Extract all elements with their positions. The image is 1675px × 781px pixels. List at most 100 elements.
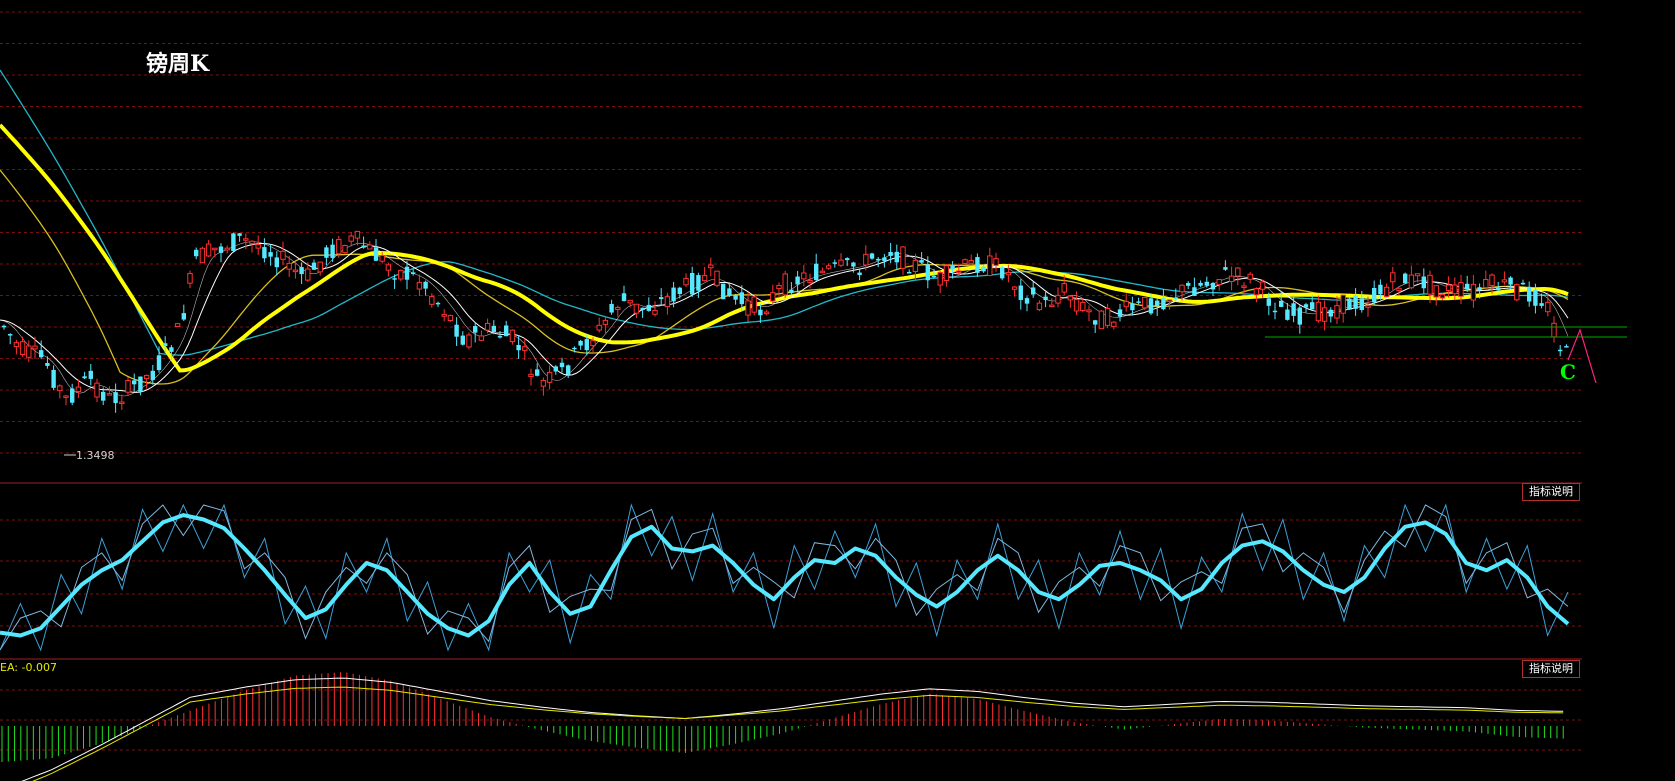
candle-body-down	[113, 392, 118, 404]
candle-body-down	[311, 262, 317, 270]
candle-body-down	[814, 263, 819, 281]
candle-body-up	[379, 255, 385, 262]
candle-body-down	[795, 276, 800, 285]
candle-body-up	[968, 259, 974, 264]
candle-body-down	[1310, 302, 1315, 310]
candle-body-down	[1372, 287, 1377, 303]
indicator-explain-button[interactable]: 指标说明	[1522, 483, 1580, 501]
candle-body-down	[1266, 298, 1271, 306]
candle-body-up	[1111, 321, 1117, 327]
candle-body-up	[825, 265, 832, 269]
macd-readout: EA: -0.007	[0, 661, 57, 674]
candle-body-up	[1408, 274, 1415, 289]
candle-body-up	[522, 346, 528, 351]
candle-body-down	[1192, 287, 1197, 296]
candle-body-up	[1439, 294, 1446, 299]
candle-body-up	[1036, 302, 1043, 311]
candle-body-up	[466, 334, 472, 348]
candle-body-up	[1545, 301, 1551, 313]
candle-body-up	[509, 329, 516, 343]
candle-body-up	[807, 279, 813, 283]
candle-body-down	[268, 252, 273, 257]
candle-body-up	[1098, 310, 1105, 330]
candle-body-up	[305, 268, 311, 281]
candle-body-up	[590, 340, 596, 347]
candle-body-down	[150, 370, 155, 380]
candle-body-down	[1018, 285, 1023, 300]
candle-body-down	[1279, 300, 1284, 307]
candle-body-up	[1241, 285, 1247, 288]
candle-body-down	[237, 233, 242, 236]
candle-body-down	[1, 325, 7, 328]
candle-body-down	[1465, 283, 1470, 290]
candle-body-up	[1061, 283, 1067, 293]
candle-body-up	[398, 269, 404, 280]
candle-body-up	[1142, 296, 1148, 309]
candle-body-up	[224, 247, 230, 251]
candle-body-up	[528, 373, 534, 377]
candle-body-down	[330, 244, 335, 258]
candle-body-up	[1080, 301, 1086, 311]
candle-body-down	[504, 325, 509, 337]
candle-body-up	[763, 311, 770, 315]
candle-body-up	[125, 380, 131, 393]
candle-body-up	[19, 341, 26, 356]
candle-body-up	[348, 235, 354, 242]
candle-body-down	[727, 288, 732, 296]
candle-body-up	[292, 269, 299, 273]
candle-body-down	[882, 257, 887, 261]
candle-body-up	[987, 255, 993, 277]
candle-body-down	[181, 313, 186, 320]
candle-body-up	[751, 296, 757, 313]
candle-body-down	[1093, 320, 1098, 325]
indicator-explain-button-macd[interactable]: 指标说明	[1522, 660, 1580, 678]
candle-body-down	[1564, 346, 1569, 348]
candle-body-up	[1011, 286, 1018, 290]
candle-body-up	[602, 319, 609, 325]
candle-body-up	[447, 315, 454, 322]
candle-body-down	[1024, 298, 1030, 304]
candle-body-up	[57, 385, 63, 392]
candle-body-up	[317, 261, 323, 273]
candle-body-up	[1383, 286, 1390, 298]
candle-body-down	[646, 304, 651, 311]
oscillator-panel	[0, 503, 1570, 652]
candle-body-up	[708, 264, 714, 269]
candle-body-up	[249, 240, 255, 245]
candle-body-down	[1198, 282, 1203, 286]
candle-body-down	[758, 309, 763, 316]
candle-body-up	[943, 265, 950, 282]
candle-body-down	[907, 272, 912, 274]
candle-body-up	[94, 382, 100, 398]
candle-body-up	[596, 324, 602, 331]
candle-body-down	[8, 334, 13, 336]
candle-body-up	[1396, 287, 1402, 292]
candle-body-up	[342, 245, 348, 254]
candle-body-up	[714, 270, 720, 286]
candle-body-down	[975, 257, 980, 273]
candle-body-down	[640, 307, 645, 311]
candle-body-down	[690, 272, 695, 295]
candle-body-down	[1303, 304, 1309, 308]
candle-body-down	[1000, 267, 1005, 279]
candle-body-up	[1445, 284, 1452, 292]
candle-body-up	[429, 296, 435, 305]
candle-body-down	[888, 252, 893, 256]
candle-body-down	[919, 260, 924, 263]
candle-body-down	[70, 388, 75, 403]
candle-body-down	[894, 251, 899, 263]
candle-body-down	[1359, 298, 1364, 311]
candle-body-up	[993, 258, 999, 266]
candle-body-up	[187, 272, 193, 284]
grid-lines	[0, 11, 1582, 751]
candle-body-down	[1403, 273, 1408, 284]
candle-body-down	[1204, 281, 1209, 286]
candle-body-down	[925, 264, 930, 281]
candle-body-down	[696, 275, 701, 291]
candle-body-up	[26, 345, 32, 358]
candle-body-down	[671, 287, 676, 302]
candle-body-down	[553, 366, 558, 372]
candle-body-down	[1558, 349, 1563, 352]
candle-body-up	[367, 244, 373, 250]
candle-body-down	[1533, 289, 1538, 306]
